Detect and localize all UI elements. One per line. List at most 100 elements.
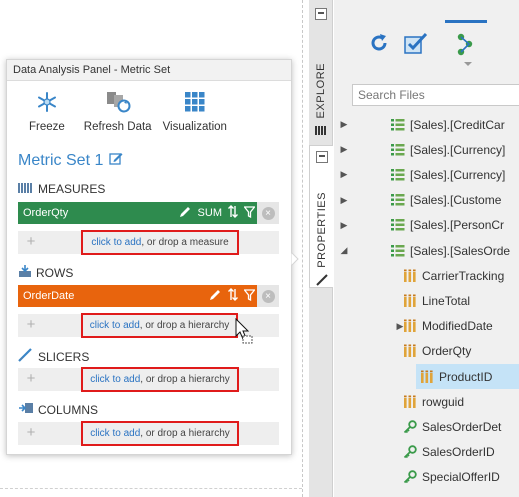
plus-icon[interactable]: +: [24, 317, 38, 332]
tree-column-item[interactable]: OrderQty: [334, 339, 519, 364]
tree-column-item[interactable]: ▶ ModifiedDate: [334, 314, 519, 339]
tree-item-label: CarrierTracking: [422, 268, 505, 283]
app-stage: Data Analysis Panel - Metric Set Freeze: [0, 0, 519, 497]
panel-title: Data Analysis Panel - Metric Set: [7, 60, 291, 81]
expand-arrow-icon[interactable]: ▶: [339, 169, 349, 180]
columns-section-label: COLUMNS: [18, 402, 98, 417]
tree-table-item[interactable]: ▶ [Sales].[Currency]: [334, 162, 519, 187]
tree-item-label: SpecialOfferID: [422, 470, 500, 485]
expand-arrow-icon[interactable]: ▶: [339, 119, 349, 130]
tree-column-item[interactable]: CarrierTracking: [334, 263, 519, 288]
aggregate-label[interactable]: SUM: [198, 207, 222, 219]
measures-icon: [18, 182, 34, 196]
tree-column-item[interactable]: LineTotal: [334, 288, 519, 313]
tab-properties[interactable]: PROPERTIES: [309, 145, 333, 288]
refresh-icon[interactable]: [368, 32, 390, 57]
visualization-button[interactable]: Visualization: [163, 89, 227, 137]
tree-item-label: [Sales].[Currency]: [410, 142, 506, 157]
search-input[interactable]: Search Files: [352, 84, 519, 106]
edit-icon[interactable]: [209, 288, 222, 304]
key-icon: [403, 445, 417, 459]
tree-item-label: [Sales].[Custome: [410, 193, 502, 208]
explorer-pane: Search Files ▶ [Sales].[CreditCar ▶ [Sales]…: [334, 0, 519, 497]
tree-item-label: ModifiedDate: [422, 319, 493, 334]
key-icon: [403, 420, 417, 434]
plus-icon[interactable]: +: [24, 371, 38, 386]
hierarchy-tool-icon[interactable]: [455, 32, 477, 71]
column-icon: [404, 294, 416, 307]
sort-icon[interactable]: [228, 205, 238, 221]
tree-column-item[interactable]: rowguid: [334, 389, 519, 414]
measure-chip-orderqty[interactable]: OrderQty SUM ×: [18, 202, 279, 224]
metric-set-title[interactable]: Metric Set 1: [18, 151, 123, 170]
tree-item-label: [Sales].[PersonCr: [410, 218, 505, 233]
measures-drop-zone[interactable]: + click to add, or drop a measure: [18, 230, 279, 255]
remove-row-button[interactable]: ×: [257, 285, 279, 307]
tree-column-item[interactable]: SalesOrderDet: [334, 414, 519, 439]
visualization-icon: [180, 89, 210, 115]
table-icon: [391, 219, 405, 231]
tree-column-item[interactable]: SpecialOfferID: [334, 465, 519, 490]
key-icon: [403, 470, 417, 484]
tree-item-label: OrderQty: [422, 344, 472, 359]
click-to-add-link[interactable]: click to add: [90, 428, 140, 439]
edit-icon[interactable]: [179, 205, 192, 221]
row-chip-orderdate[interactable]: OrderDate ×: [18, 285, 279, 307]
checklist-icon[interactable]: [404, 32, 428, 57]
columns-add-target[interactable]: click to add, or drop a hierarchy: [81, 421, 239, 446]
filter-icon[interactable]: [243, 288, 256, 304]
minimize-icon[interactable]: [315, 8, 327, 23]
measures-section-label: MEASURES: [18, 182, 105, 196]
minimize-icon[interactable]: [315, 151, 328, 166]
measures-add-target[interactable]: click to add, or drop a measure: [81, 230, 239, 255]
plus-icon[interactable]: +: [24, 234, 38, 249]
table-icon: [391, 118, 405, 130]
tree-table-item[interactable]: ▶ [Sales].[CreditCar: [334, 112, 519, 137]
click-to-add-link[interactable]: click to add: [91, 237, 141, 248]
side-tab-strip: EXPLORE PROPERTIES: [309, 0, 333, 497]
tree-item-label: LineTotal: [422, 293, 471, 308]
edit-pencil-icon[interactable]: [109, 151, 123, 170]
tree-table-item[interactable]: ▶ [Sales].[PersonCr: [334, 213, 519, 238]
click-to-add-link[interactable]: click to add: [90, 320, 140, 331]
close-icon: ×: [261, 206, 275, 220]
plus-icon[interactable]: +: [24, 425, 38, 440]
freeze-button[interactable]: Freeze: [29, 89, 65, 137]
tree-column-item[interactable]: ProductID: [416, 364, 519, 389]
tree-table-item[interactable]: ▶ [Sales].[Currency]: [334, 137, 519, 162]
expand-arrow-icon[interactable]: ▶: [339, 195, 349, 206]
tree-table-item[interactable]: ◢ [Sales].[SalesOrde: [334, 238, 519, 263]
active-tool-indicator: [445, 20, 487, 23]
explorer-toolbar: [334, 0, 519, 76]
table-icon: [391, 143, 405, 156]
sort-icon[interactable]: [228, 288, 238, 304]
mouse-cursor-icon: [235, 318, 253, 344]
panel-pointer-icon: [291, 252, 299, 266]
filter-icon[interactable]: [243, 205, 256, 221]
expand-arrow-icon[interactable]: ▶: [339, 144, 349, 155]
rows-section-label: ROWS: [18, 264, 73, 281]
pencil-icon: [315, 274, 328, 289]
tree-column-item[interactable]: SalesOrderID: [334, 440, 519, 465]
rows-add-target[interactable]: click to add, or drop a hierarchy: [81, 313, 238, 338]
slicers-icon: [18, 348, 34, 365]
remove-measure-button[interactable]: ×: [257, 202, 279, 224]
collapse-arrow-icon[interactable]: ◢: [339, 245, 349, 256]
column-icon: [404, 269, 416, 282]
explore-icon: [315, 124, 327, 138]
tab-explore[interactable]: EXPLORE: [309, 8, 333, 138]
click-to-add-link[interactable]: click to add: [90, 374, 140, 385]
column-icon: [404, 319, 416, 333]
columns-drop-zone[interactable]: + click to add, or drop a hierarchy: [18, 421, 279, 446]
tree-item-label: ProductID: [439, 369, 493, 384]
table-icon: [391, 244, 405, 256]
table-icon: [391, 194, 405, 206]
data-analysis-panel: Data Analysis Panel - Metric Set Freeze: [6, 59, 292, 455]
slicers-add-target[interactable]: click to add, or drop a hierarchy: [81, 367, 239, 392]
refresh-data-button[interactable]: Refresh Data: [84, 89, 152, 137]
slicers-drop-zone[interactable]: + click to add, or drop a hierarchy: [18, 367, 279, 392]
tree-item-label: SalesOrderID: [422, 445, 495, 460]
tree-table-item[interactable]: ▶ [Sales].[Custome: [334, 188, 519, 213]
expand-arrow-icon[interactable]: ▶: [339, 220, 349, 231]
close-icon: ×: [261, 289, 275, 303]
